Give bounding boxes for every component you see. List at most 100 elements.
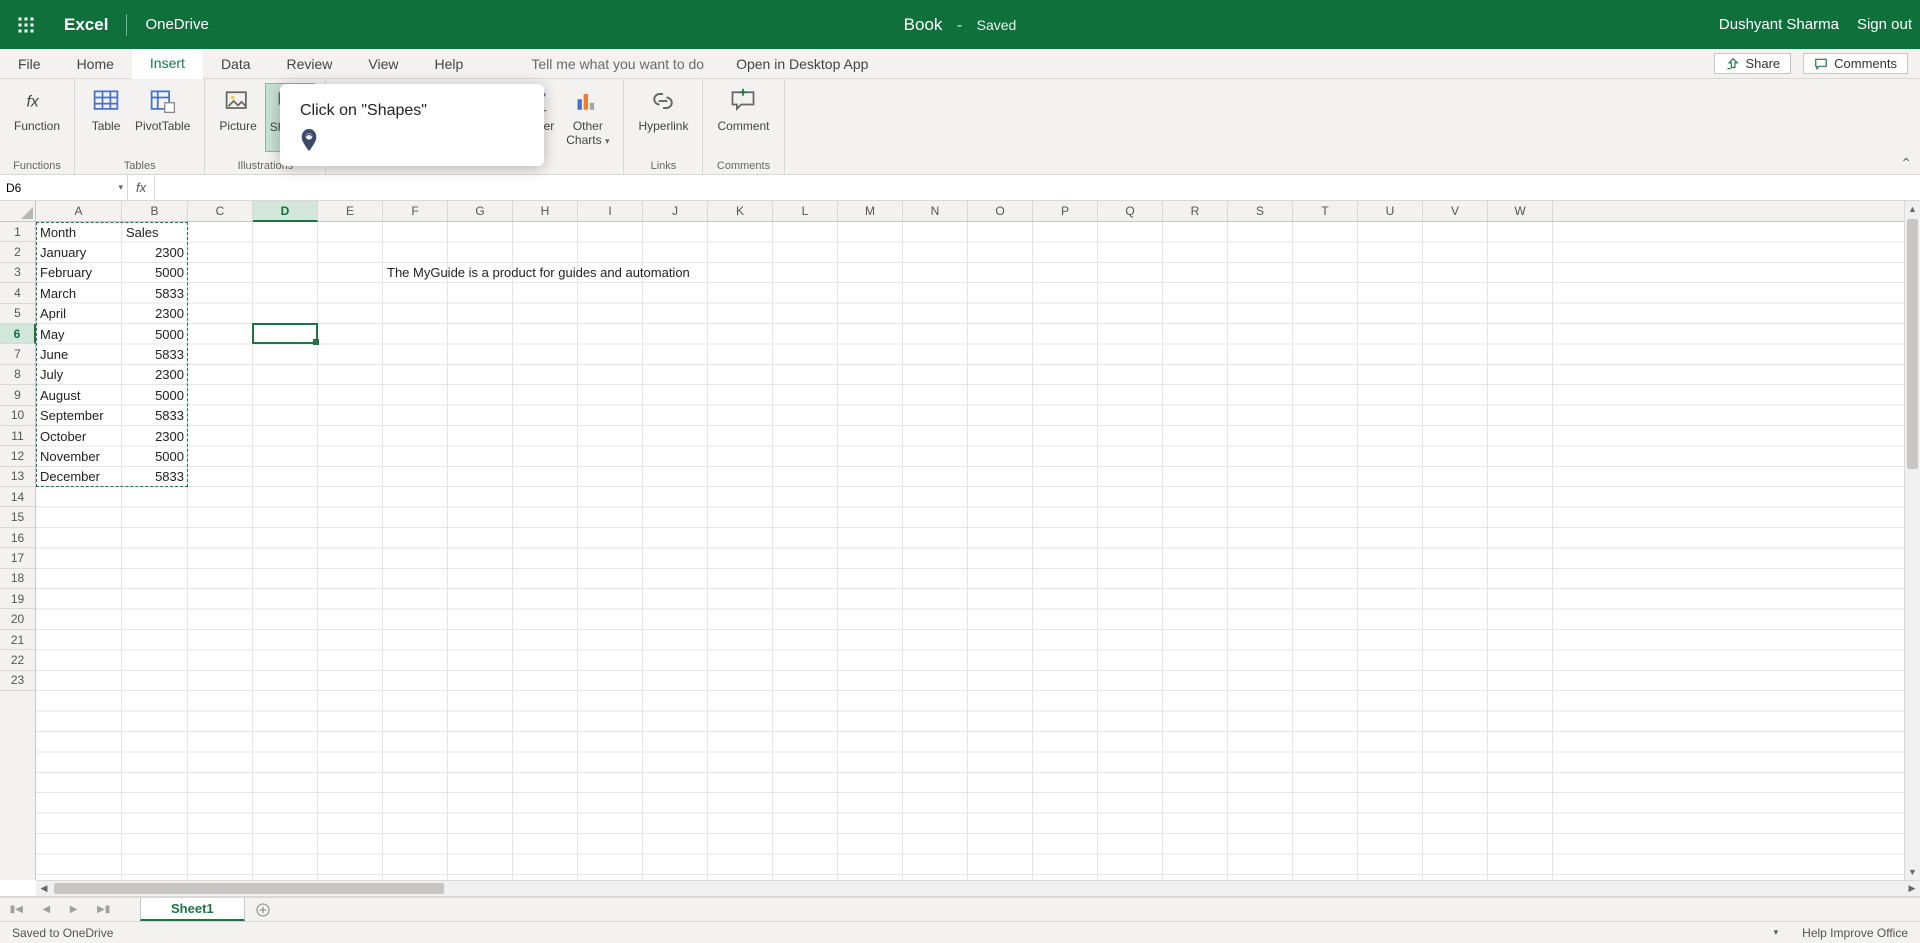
open-in-desktop-button[interactable]: Open in Desktop App [736,49,868,78]
cell-B11[interactable]: 2300 [122,426,188,446]
help-improve-link[interactable]: Help Improve Office [1802,926,1908,940]
cell-B7[interactable]: 5833 [122,344,188,364]
hscroll-thumb[interactable] [54,883,444,894]
scroll-right-icon[interactable]: ▶ [1904,881,1920,896]
fx-label[interactable]: fx [128,175,155,200]
app-launcher-icon[interactable] [8,7,44,43]
cells-area[interactable]: MonthSalesJanuary2300February5000March58… [36,222,1904,880]
row-header-18[interactable]: 18 [0,569,35,589]
name-box[interactable]: ▾ [0,175,128,200]
row-header-4[interactable]: 4 [0,283,35,303]
row-header-15[interactable]: 15 [0,507,35,527]
horizontal-scrollbar[interactable]: ◀ ▶ [36,880,1920,896]
row-header-12[interactable]: 12 [0,446,35,466]
other-charts-button[interactable]: Other Charts ▾ [562,83,613,150]
tab-help[interactable]: Help [417,49,482,78]
col-header-J[interactable]: J [643,201,708,221]
name-box-dropdown-icon[interactable]: ▾ [118,182,123,193]
tab-data[interactable]: Data [203,49,269,78]
formula-input[interactable] [155,175,1920,200]
sheet-next-icon[interactable]: ▶ [70,904,78,915]
col-header-F[interactable]: F [383,201,448,221]
row-header-10[interactable]: 10 [0,406,35,426]
tell-me-search[interactable]: Tell me what you want to do [531,49,704,78]
col-header-S[interactable]: S [1228,201,1293,221]
tab-insert[interactable]: Insert [132,49,203,79]
user-name-label[interactable]: Dushyant Sharma [1719,16,1839,33]
col-header-B[interactable]: B [122,201,188,221]
col-header-I[interactable]: I [578,201,643,221]
sheet-first-icon[interactable]: ▮◀ [10,904,23,915]
col-header-H[interactable]: H [513,201,578,221]
col-header-P[interactable]: P [1033,201,1098,221]
vscroll-thumb[interactable] [1907,219,1918,469]
row-header-7[interactable]: 7 [0,344,35,364]
sheet-last-icon[interactable]: ▶▮ [97,904,110,915]
scroll-up-icon[interactable]: ▲ [1905,201,1920,217]
cell-B8[interactable]: 2300 [122,365,188,385]
cell-B6[interactable]: 5000 [122,324,188,344]
doc-title[interactable]: Book [904,15,943,35]
col-header-N[interactable]: N [903,201,968,221]
row-header-20[interactable]: 20 [0,609,35,629]
row-header-21[interactable]: 21 [0,630,35,650]
table-button[interactable]: Table [85,83,127,135]
col-header-D[interactable]: D [253,201,318,222]
cell-B13[interactable]: 5833 [122,467,188,487]
col-header-K[interactable]: K [708,201,773,221]
tab-review[interactable]: Review [269,49,351,78]
col-header-M[interactable]: M [838,201,903,221]
cell-B2[interactable]: 2300 [122,242,188,262]
scatter-chart-button[interactable]: Scatter▾ [512,83,558,150]
col-header-O[interactable]: O [968,201,1033,221]
cell-B3[interactable]: 5000 [122,263,188,283]
cell-B1[interactable]: Sales [122,222,722,242]
hyperlink-button[interactable]: Hyperlink [634,83,692,135]
col-header-E[interactable]: E [318,201,383,221]
name-box-input[interactable] [6,181,121,195]
row-header-16[interactable]: 16 [0,528,35,548]
app-name[interactable]: Excel [64,15,108,35]
collapse-ribbon-icon[interactable]: ⌃ [1900,155,1912,172]
spreadsheet-grid[interactable]: ABCDEFGHIJKLMNOPQRSTUVW 1234567891011121… [0,201,1920,897]
cell-B4[interactable]: 5833 [122,283,188,303]
row-header-22[interactable]: 22 [0,650,35,670]
picture-button[interactable]: Picture [215,83,260,152]
cell-B12[interactable]: 5000 [122,446,188,466]
col-header-C[interactable]: C [188,201,253,221]
row-header-9[interactable]: 9 [0,385,35,405]
comments-button[interactable]: Comments [1803,53,1908,74]
sheet-tab-sheet1[interactable]: Sheet1 [140,898,245,921]
col-header-W[interactable]: W [1488,201,1553,221]
tab-view[interactable]: View [350,49,416,78]
function-button[interactable]: fx Function [10,83,64,135]
col-header-V[interactable]: V [1423,201,1488,221]
col-header-G[interactable]: G [448,201,513,221]
tab-file[interactable]: File [0,49,59,78]
row-headers[interactable]: 1234567891011121314151617181920212223 [0,222,36,880]
sheet-prev-icon[interactable]: ◀ [43,904,51,915]
cell-B5[interactable]: 2300 [122,304,188,324]
shapes-button[interactable]: Shapes▾ [265,83,316,152]
drive-name[interactable]: OneDrive [145,16,208,33]
column-headers[interactable]: ABCDEFGHIJKLMNOPQRSTUVW [36,201,1904,222]
row-header-8[interactable]: 8 [0,365,35,385]
cell-B9[interactable]: 5000 [122,385,188,405]
col-header-Q[interactable]: Q [1098,201,1163,221]
scroll-down-icon[interactable]: ▼ [1905,864,1920,880]
select-all-corner[interactable] [0,201,36,222]
tab-home[interactable]: Home [59,49,132,78]
sign-out-link[interactable]: Sign out [1857,16,1912,33]
col-header-R[interactable]: R [1163,201,1228,221]
row-header-3[interactable]: 3 [0,263,35,283]
col-header-T[interactable]: T [1293,201,1358,221]
row-header-5[interactable]: 5 [0,304,35,324]
cell-B10[interactable]: 5833 [122,406,188,426]
row-header-11[interactable]: 11 [0,426,35,446]
row-header-17[interactable]: 17 [0,548,35,568]
share-button[interactable]: Share [1714,53,1791,74]
new-sheet-button[interactable] [245,898,281,921]
col-header-L[interactable]: L [773,201,838,221]
pivottable-button[interactable]: PivotTable [131,83,194,135]
vertical-scrollbar[interactable]: ▲ ▼ [1904,201,1920,880]
